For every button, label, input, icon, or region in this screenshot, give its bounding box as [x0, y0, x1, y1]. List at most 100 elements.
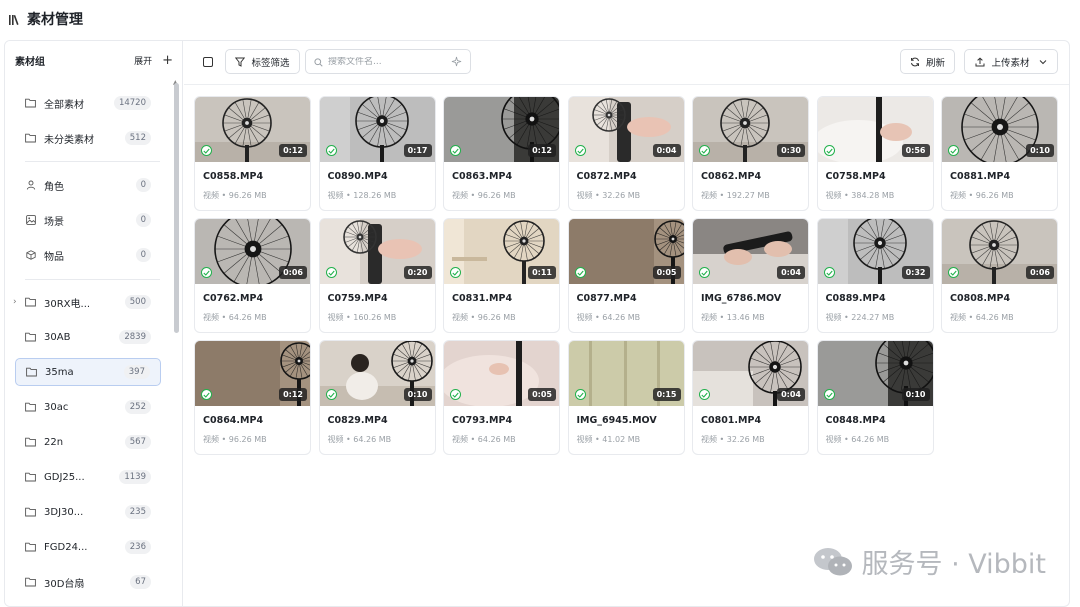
tag-filter-button[interactable]: 标签筛选	[225, 49, 300, 74]
sidebar-item[interactable]: 30ac 252	[15, 393, 161, 421]
asset-name: C0881.MP4	[950, 171, 1011, 182]
asset-card[interactable]: 0:17 C0890.MP4 视频 • 128.26 MB	[318, 96, 436, 211]
search-box[interactable]	[305, 49, 471, 74]
video-thumbnail[interactable]: 0:06	[942, 219, 1057, 284]
check-circle-icon	[823, 145, 835, 156]
video-thumbnail[interactable]: 0:10	[942, 97, 1057, 162]
sidebar-item-count: 0	[135, 248, 151, 262]
refresh-button[interactable]: 刷新	[900, 49, 955, 74]
duration-badge: 0:04	[777, 388, 805, 401]
video-thumbnail[interactable]: 0:12	[195, 341, 310, 406]
person-icon	[25, 180, 36, 191]
check-circle-icon	[699, 389, 710, 400]
video-thumbnail[interactable]: 0:30	[693, 97, 808, 162]
asset-card[interactable]: 0:06 C0762.MP4 视频 • 64.26 MB	[194, 218, 311, 333]
asset-card[interactable]: 0:12 C0864.MP4 视频 • 96.26 MB	[194, 340, 311, 455]
expand-button[interactable]: 展开	[134, 54, 152, 67]
sidebar-item[interactable]: GDJ25... 1139	[15, 463, 161, 491]
video-thumbnail[interactable]: 0:15	[568, 341, 684, 406]
video-thumbnail[interactable]: 0:12	[195, 97, 310, 162]
asset-meta: 视频 • 96.26 MB	[203, 191, 267, 200]
sidebar-scrollbar[interactable]	[174, 83, 179, 333]
asset-card[interactable]: 0:32 C0889.MP4 视频 • 224.27 MB	[816, 218, 934, 333]
folder-icon	[25, 133, 36, 144]
sidebar-item[interactable]: 22n 567	[15, 428, 161, 456]
asset-name: C0831.MP4	[452, 293, 513, 304]
asset-name: C0762.MP4	[203, 293, 264, 304]
sidebar-item[interactable]: 物品 0	[15, 241, 161, 269]
asset-card[interactable]: 0:05 C0793.MP4 视频 • 64.26 MB	[443, 340, 560, 455]
sidebar-item[interactable]: 30AB 2839	[15, 323, 161, 351]
asset-name: IMG_6945.MOV	[576, 415, 657, 426]
asset-card[interactable]: 0:04 IMG_6786.MOV 视频 • 13.46 MB	[692, 218, 809, 333]
video-thumbnail[interactable]: 0:10	[319, 341, 435, 406]
duration-badge: 0:06	[1026, 266, 1054, 279]
video-thumbnail[interactable]: 0:11	[444, 219, 559, 284]
asset-card[interactable]: 0:05 C0877.MP4 视频 • 64.26 MB	[567, 218, 685, 333]
check-circle-icon	[699, 145, 710, 156]
refresh-label: 刷新	[925, 57, 945, 69]
duration-badge: 0:20	[403, 266, 432, 279]
video-thumbnail[interactable]: 0:05	[568, 219, 684, 284]
upload-icon	[975, 57, 985, 67]
ai-sparkle-icon[interactable]	[451, 56, 462, 67]
video-thumbnail[interactable]: 0:32	[817, 219, 933, 284]
sidebar-item[interactable]: 场景 0	[15, 206, 161, 234]
video-thumbnail[interactable]: 0:17	[319, 97, 435, 162]
sidebar-item[interactable]: 35ma 397	[15, 358, 161, 386]
duration-badge: 0:17	[403, 144, 432, 157]
video-thumbnail[interactable]: 0:56	[817, 97, 933, 162]
sidebar-item-count: 0	[135, 178, 151, 192]
chevron-right-icon[interactable]: ›	[13, 297, 17, 307]
video-thumbnail[interactable]: 0:06	[195, 219, 310, 284]
sidebar-item[interactable]: 未分类素材 512	[15, 124, 161, 152]
asset-name: C0758.MP4	[825, 171, 886, 182]
sidebar-item-label: 全部素材	[44, 99, 84, 111]
sidebar-item-count: 512	[124, 131, 151, 145]
sidebar-item[interactable]: 30D台扇 67	[15, 568, 161, 596]
asset-card[interactable]: 0:06 C0808.MP4 视频 • 64.26 MB	[941, 218, 1058, 333]
upload-button[interactable]: 上传素材	[964, 49, 1058, 74]
sidebar-item-label: 场景	[44, 216, 64, 228]
asset-card[interactable]: 0:10 C0848.MP4 视频 • 64.26 MB	[816, 340, 934, 455]
sidebar-item[interactable]: FGD24... 236	[15, 533, 161, 561]
sidebar-item[interactable]: › 30RX电... 500	[13, 288, 161, 316]
video-thumbnail[interactable]: 0:12	[444, 97, 559, 162]
asset-card[interactable]: 0:30 C0862.MP4 视频 • 192.27 MB	[692, 96, 809, 211]
refresh-icon	[910, 57, 920, 67]
duration-badge: 0:12	[528, 144, 556, 157]
asset-meta: 视频 • 64.26 MB	[576, 313, 641, 322]
video-thumbnail[interactable]: 0:04	[568, 97, 684, 162]
toolbar: 标签筛选 刷新 上传素材	[184, 41, 1069, 85]
video-thumbnail[interactable]: 0:04	[693, 341, 808, 406]
select-all-checkbox[interactable]	[203, 57, 213, 67]
asset-card[interactable]: 0:12 C0858.MP4 视频 • 96.26 MB	[194, 96, 311, 211]
sidebar-item-count: 14720	[113, 96, 151, 110]
asset-card[interactable]: 0:10 C0829.MP4 视频 • 64.26 MB	[318, 340, 436, 455]
asset-card[interactable]: 0:15 IMG_6945.MOV 视频 • 41.02 MB	[567, 340, 685, 455]
asset-card[interactable]: 0:04 C0872.MP4 视频 • 32.26 MB	[567, 96, 685, 211]
folder-icon	[25, 297, 36, 308]
asset-card[interactable]: 0:04 C0801.MP4 视频 • 32.26 MB	[692, 340, 809, 455]
add-group-button[interactable]: +	[162, 54, 173, 67]
library-icon	[9, 13, 21, 25]
sidebar-item[interactable]: 全部素材 14720	[15, 89, 161, 117]
video-thumbnail[interactable]: 0:05	[444, 341, 559, 406]
duration-badge: 0:32	[901, 266, 930, 279]
asset-card[interactable]: 0:10 C0881.MP4 视频 • 96.26 MB	[941, 96, 1058, 211]
sidebar-divider	[25, 279, 160, 280]
sidebar-item-label: 30RX电...	[44, 298, 91, 310]
sidebar-item-count: 1139	[119, 470, 151, 484]
video-thumbnail[interactable]: 0:20	[319, 219, 435, 284]
video-thumbnail[interactable]: 0:10	[817, 341, 933, 406]
asset-card[interactable]: 0:12 C0863.MP4 视频 • 96.26 MB	[443, 96, 560, 211]
sidebar-item[interactable]: 角色 0	[15, 171, 161, 199]
tag-filter-label: 标签筛选	[251, 57, 290, 69]
check-circle-icon	[325, 389, 337, 400]
video-thumbnail[interactable]: 0:04	[693, 219, 808, 284]
asset-card[interactable]: 0:20 C0759.MP4 视频 • 160.26 MB	[318, 218, 436, 333]
sidebar-item[interactable]: 3DJ30... 235	[15, 498, 161, 526]
asset-card[interactable]: 0:11 C0831.MP4 视频 • 96.26 MB	[443, 218, 560, 333]
search-input[interactable]	[328, 56, 438, 67]
asset-card[interactable]: 0:56 C0758.MP4 视频 • 384.28 MB	[816, 96, 934, 211]
